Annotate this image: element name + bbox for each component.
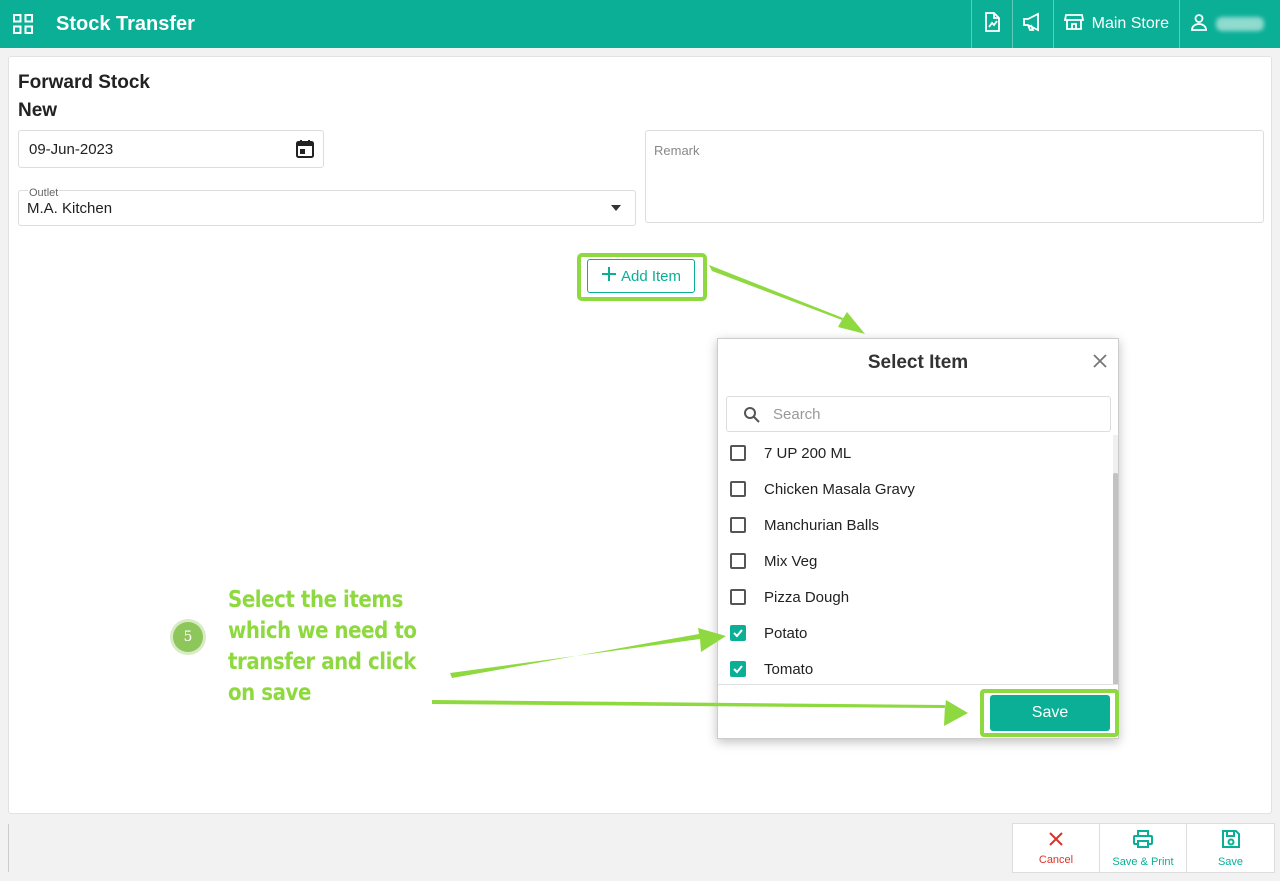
top-bar: Stock Transfer Main Store — [0, 0, 1280, 48]
remark-field[interactable]: Remark — [645, 130, 1264, 223]
page-title: Stock Transfer — [56, 12, 195, 35]
cancel-label: Cancel — [1038, 853, 1074, 866]
list-item[interactable]: Chicken Masala Gravy — [718, 471, 1118, 507]
close-icon — [1048, 831, 1064, 850]
item-label: Pizza Dough — [764, 588, 850, 606]
item-list: 7 UP 200 ML Chicken Masala Gravy Manchur… — [718, 435, 1118, 685]
add-item-label: Add Item — [620, 267, 682, 285]
outlet-label: Outlet — [28, 187, 60, 199]
dialog-save-button[interactable]: Save — [990, 695, 1110, 731]
list-item[interactable]: 7 UP 200 ML — [718, 435, 1118, 471]
checkbox[interactable] — [730, 481, 746, 497]
calendar-icon[interactable] — [295, 139, 315, 163]
date-value: 09-Jun-2023 — [29, 140, 114, 158]
item-label: Mix Veg — [764, 552, 818, 570]
checkbox[interactable] — [730, 445, 746, 461]
announcement-button[interactable] — [1011, 0, 1053, 48]
announcement-icon — [1022, 12, 1044, 37]
annotation-line-3: transfer and click — [228, 649, 416, 675]
store-selector[interactable]: Main Store — [1052, 0, 1179, 48]
list-item[interactable]: Manchurian Balls — [718, 507, 1118, 543]
outlet-select[interactable]: Outlet M.A. Kitchen — [18, 187, 636, 226]
plus-icon — [601, 266, 617, 286]
item-label: 7 UP 200 ML — [764, 444, 852, 462]
search-input[interactable] — [773, 397, 1103, 431]
checkbox-checked[interactable] — [730, 625, 746, 641]
apps-grid-icon[interactable] — [2, 0, 44, 48]
user-menu[interactable] — [1179, 0, 1280, 48]
annotation-line-1: Select the items — [228, 587, 403, 613]
list-item[interactable]: Pizza Dough — [718, 579, 1118, 615]
form-heading: Forward Stock New — [18, 69, 150, 125]
report-icon — [982, 11, 1002, 38]
printer-icon — [1132, 829, 1154, 852]
item-label: Tomato — [764, 660, 814, 678]
user-name-redacted — [1216, 17, 1264, 31]
save-print-label: Save & Print — [1112, 855, 1174, 868]
list-item[interactable]: Mix Veg — [718, 543, 1118, 579]
dialog-title: Select Item — [867, 352, 969, 373]
checkbox[interactable] — [730, 517, 746, 533]
save-label: Save — [1217, 855, 1244, 868]
store-icon — [1063, 13, 1084, 36]
floppy-disk-icon — [1221, 829, 1241, 852]
action-buttons: Cancel Save & Print Save — [1012, 823, 1275, 873]
select-item-dialog: Select Item 7 UP 200 ML Chicken Masala G… — [717, 338, 1119, 739]
step-number-badge: 5 — [173, 622, 203, 652]
checkbox-checked[interactable] — [730, 661, 746, 677]
save-button[interactable]: Save — [1187, 824, 1274, 872]
user-icon — [1190, 13, 1208, 36]
divider — [8, 824, 9, 872]
bottom-action-bar: Cancel Save & Print Save — [0, 816, 1280, 881]
store-name: Main Store — [1091, 15, 1169, 32]
add-item-button[interactable]: Add Item — [587, 259, 695, 293]
remark-placeholder: Remark — [654, 143, 700, 158]
chevron-down-icon — [611, 205, 621, 211]
outlet-value: M.A. Kitchen — [27, 200, 113, 217]
search-box — [726, 396, 1111, 432]
checkbox[interactable] — [730, 553, 746, 569]
checkbox[interactable] — [730, 589, 746, 605]
list-item[interactable]: Tomato — [718, 651, 1118, 684]
cancel-button[interactable]: Cancel — [1013, 824, 1100, 872]
search-icon — [743, 406, 761, 429]
item-label: Chicken Masala Gravy — [764, 480, 915, 498]
report-button[interactable] — [970, 0, 1012, 48]
annotation-line-2: which we need to — [228, 618, 417, 644]
date-field[interactable]: 09-Jun-2023 — [18, 130, 324, 168]
save-print-button[interactable]: Save & Print — [1100, 824, 1187, 872]
item-label: Potato — [764, 624, 808, 642]
form-heading-title: Forward Stock — [18, 72, 150, 93]
form-heading-status: New — [18, 100, 58, 121]
annotation-text: Select the items which we need to transf… — [228, 585, 417, 709]
list-item[interactable]: Potato — [718, 615, 1118, 651]
scrollbar-thumb[interactable] — [1113, 473, 1118, 684]
item-label: Manchurian Balls — [764, 516, 880, 534]
close-icon[interactable] — [1092, 353, 1108, 374]
annotation-line-4: on save — [228, 680, 311, 706]
